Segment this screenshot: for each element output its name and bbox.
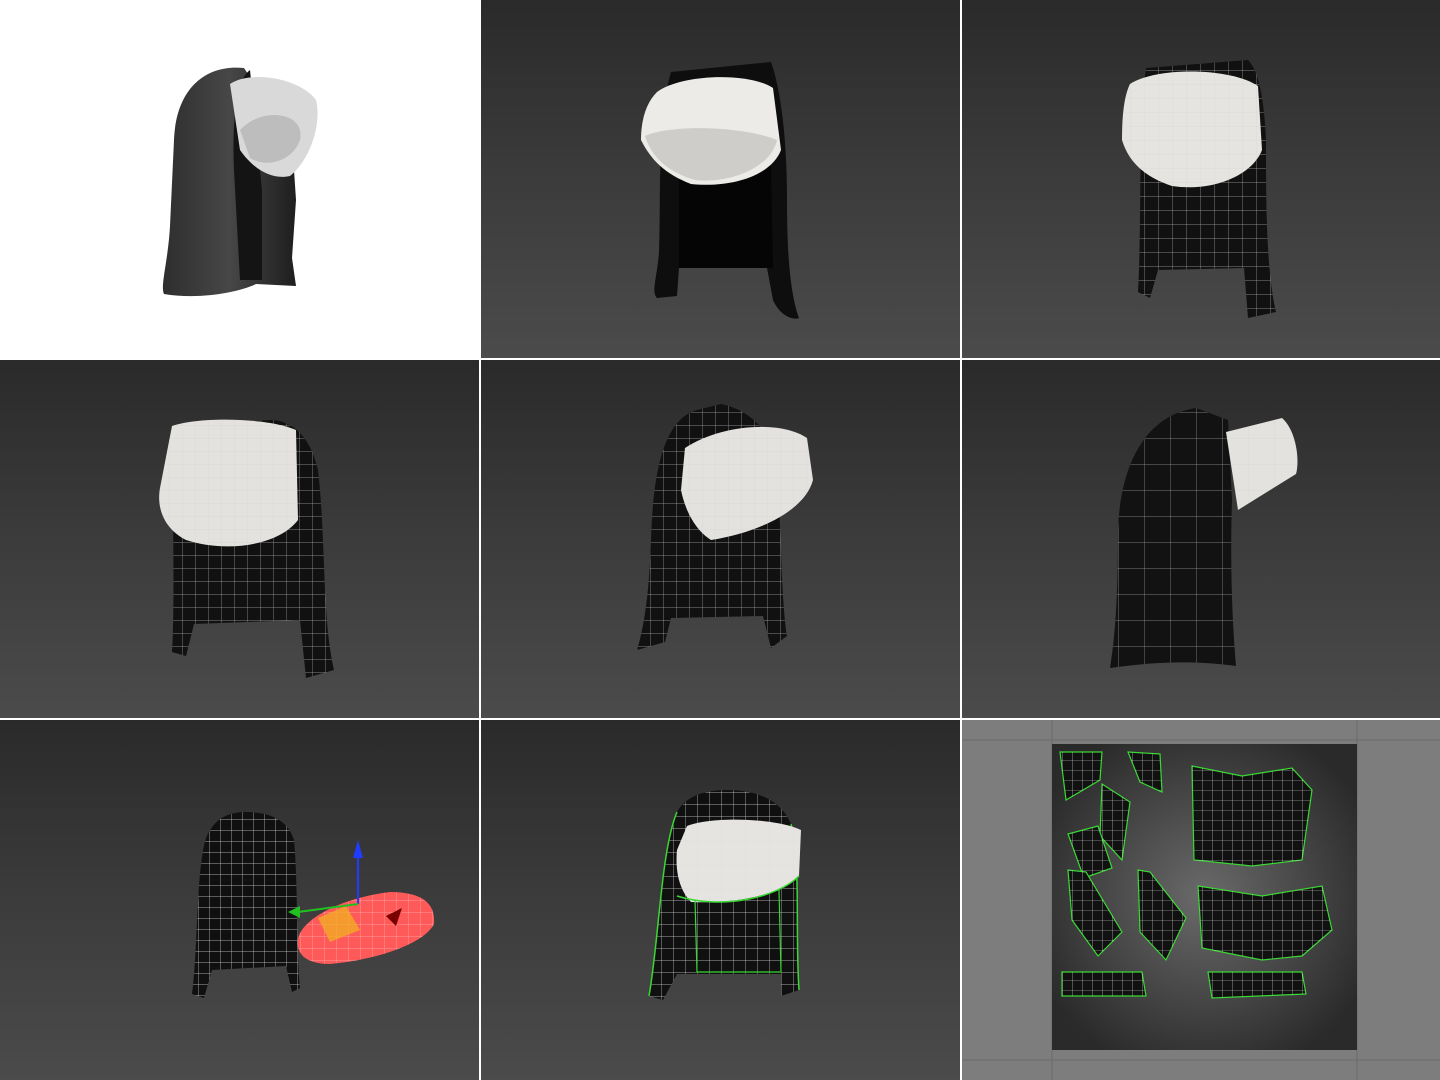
panel-wireframe-front	[962, 0, 1440, 358]
veil-wireframe-side	[1110, 408, 1298, 668]
veil-parts-gizmo	[192, 812, 435, 998]
panel-wireframe-front-left	[0, 360, 479, 718]
panel-render-studio	[0, 0, 479, 358]
panel-uv-seams	[481, 720, 960, 1080]
veil-render-studio	[162, 67, 318, 297]
panel-parts-separated-gizmo	[0, 720, 479, 1080]
render-gallery	[0, 0, 1440, 1080]
veil-uv-seams	[648, 790, 801, 1000]
veil-wireframe-front	[1122, 60, 1276, 318]
panel-render-viewport-front	[481, 0, 960, 358]
veil-wireframe-front-right	[637, 404, 813, 650]
panel-wireframe-side	[962, 360, 1440, 718]
veil-render-viewport	[641, 62, 799, 319]
panel-wireframe-front-right	[481, 360, 960, 718]
uv-layout-canvas	[962, 720, 1440, 1080]
panel-uv-layout	[962, 720, 1440, 1080]
veil-wireframe-front-left	[159, 419, 334, 678]
